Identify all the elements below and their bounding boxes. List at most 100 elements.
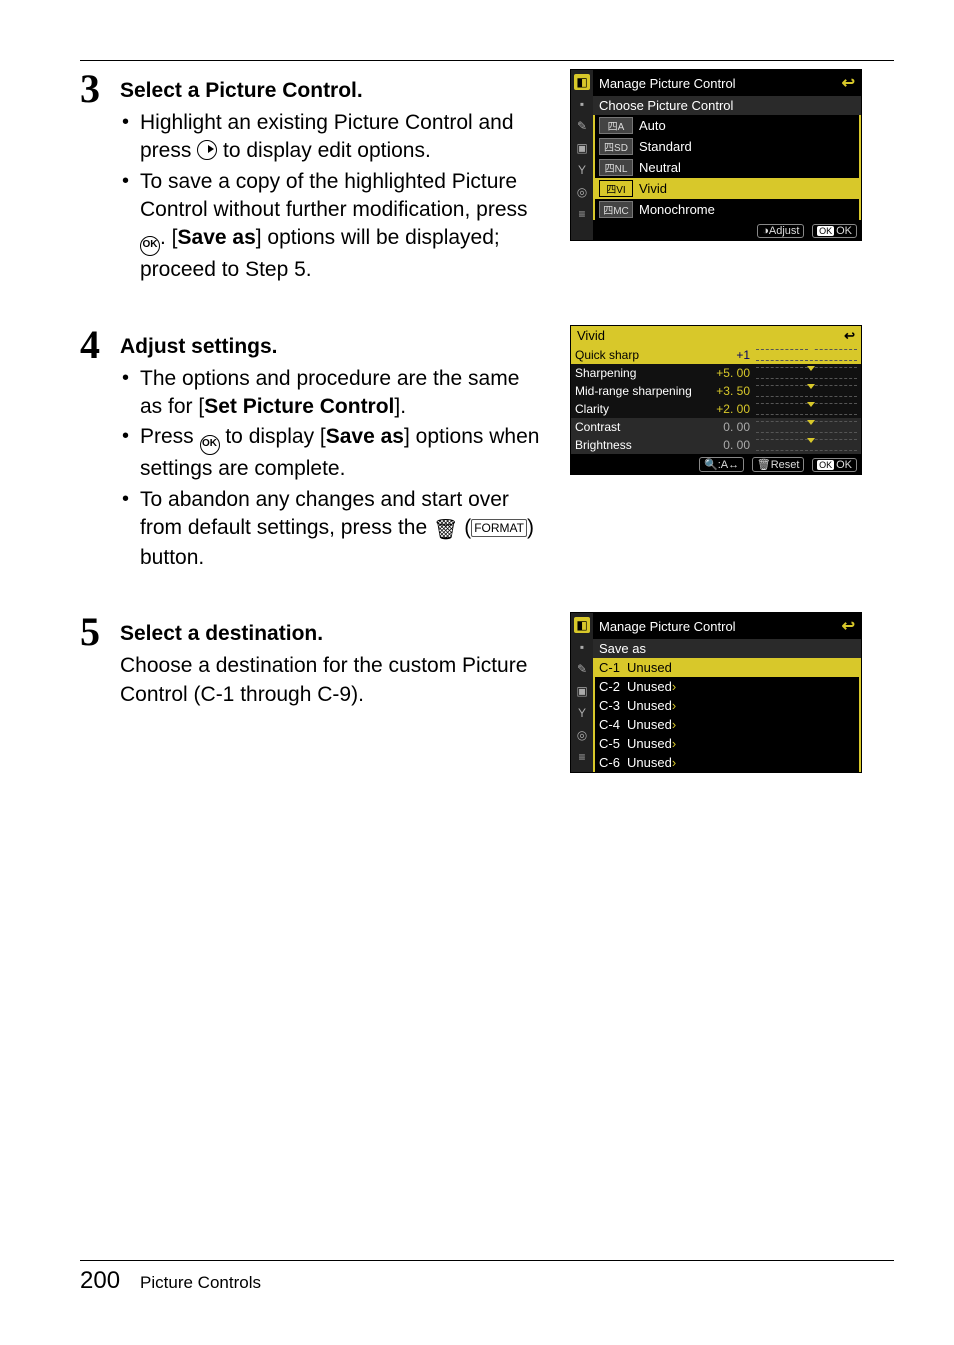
pc-tag: 四MC xyxy=(599,201,633,218)
param-name: Quick sharp xyxy=(575,348,705,362)
screenshot-choose-picture-control: ◧ ▪ ✎ ▣ Y ◎ ≡ Manage Picture Control ↩ C xyxy=(570,69,862,241)
param-value: +1 xyxy=(705,348,750,362)
param-name: Mid-range sharpening xyxy=(575,384,705,398)
param-value: 0. 00 xyxy=(705,438,750,452)
shot3-row-c1: C-1 Unused › xyxy=(593,658,861,677)
shot2-row-clarity: Clarity +2. 00 xyxy=(571,400,861,418)
shot2-titlebar: Vivid ↩ xyxy=(571,326,861,346)
step-4-heading: Adjust settings. xyxy=(120,325,540,359)
step-3-bullet-2: To save a copy of the highlighted Pictur… xyxy=(120,168,540,285)
footer-rule xyxy=(80,1260,894,1261)
chevron-right-icon: › xyxy=(672,679,676,694)
shot1-title: Manage Picture Control xyxy=(599,76,736,91)
shot2-row-quicksharp: Quick sharp +1 xyxy=(571,346,861,364)
slot-tag: C-2 xyxy=(599,679,627,694)
slot-tag: C-3 xyxy=(599,698,627,713)
side-tabs: ◧ ▪ ✎ ▣ Y ◎ ≡ xyxy=(571,613,593,772)
slot-tag: C-1 xyxy=(599,660,627,675)
slot-label: Unused xyxy=(627,736,672,751)
param-name: Brightness xyxy=(575,438,705,452)
param-value: 0. 00 xyxy=(705,420,750,434)
param-name: Contrast xyxy=(575,420,705,434)
ok-icon: OK xyxy=(140,236,160,256)
step-4-bullets: The options and procedure are the same a… xyxy=(120,365,540,573)
text: To save a copy of the highlighted Pictur… xyxy=(140,170,528,221)
shot1-row-standard: 四SD Standard xyxy=(593,136,861,157)
adjust-icon: ◑ xyxy=(762,225,769,237)
ok-hint: OKOK xyxy=(812,458,857,472)
tab-pencil-icon: ✎ xyxy=(574,118,590,134)
param-value: +5. 00 xyxy=(705,366,750,380)
step-3-heading: Select a Picture Control. xyxy=(120,69,540,103)
back-icon: ↩ xyxy=(842,73,855,93)
shot2-row-sharpening: Sharpening +5. 00 xyxy=(571,364,861,382)
tab-pencil-icon: ✎ xyxy=(574,661,590,677)
shot2-row-midrange: Mid-range sharpening +3. 50 xyxy=(571,382,861,400)
pc-tag: 四NL xyxy=(599,159,633,176)
step-3-bullet-1: Highlight an existing Picture Control an… xyxy=(120,109,540,166)
tab-camera-icon: ◧ xyxy=(574,617,590,633)
text: Adjust xyxy=(769,225,800,237)
pc-label: Standard xyxy=(639,139,692,154)
shot3-row-c6: C-6 Unused › xyxy=(593,753,861,772)
step-5-paragraph: Choose a destination for the custom Pict… xyxy=(120,652,540,709)
step-5-heading: Select a destination. xyxy=(120,612,540,646)
slot-tag: C-5 xyxy=(599,736,627,751)
step-3: 3 Select a Picture Control. Highlight an… xyxy=(80,69,894,287)
tab-play-icon: ▣ xyxy=(574,140,590,156)
text: ]. xyxy=(394,395,406,418)
shot3-titlebar: Manage Picture Control ↩ xyxy=(593,613,861,639)
text-bold: Save as xyxy=(178,226,256,249)
slot-label: Unused xyxy=(627,679,672,694)
back-icon: ↩ xyxy=(844,328,855,344)
pc-label: Monochrome xyxy=(639,202,715,217)
tab-play-icon: ▣ xyxy=(574,683,590,699)
section-name: Picture Controls xyxy=(140,1273,261,1293)
page-footer: 200 Picture Controls xyxy=(0,1252,954,1295)
shot1-row-auto: 四A Auto xyxy=(593,115,861,136)
shot2-row-brightness: Brightness 0. 00 xyxy=(571,436,861,454)
chevron-right-icon: › xyxy=(672,698,676,713)
side-tabs: ◧ ▪ ✎ ▣ Y ◎ ≡ xyxy=(571,70,593,240)
param-slider xyxy=(756,367,857,379)
step-4-bullet-3: To abandon any changes and start over fr… xyxy=(120,486,540,573)
tab-wrench-icon: Y xyxy=(574,162,590,178)
pc-label: Neutral xyxy=(639,160,681,175)
shot3-row-c2: C-2 Unused › xyxy=(593,677,861,696)
slot-label: Unused xyxy=(627,660,672,675)
trash-icon: 🗑 xyxy=(433,517,458,544)
shot3-row-c5: C-5 Unused › xyxy=(593,734,861,753)
reset-hint: 🗑Reset xyxy=(752,457,805,472)
tab-camera-icon: ◧ xyxy=(574,74,590,90)
shot1-subtitle: Choose Picture Control xyxy=(593,96,861,115)
param-slider xyxy=(756,385,857,397)
tab-network-icon: ◎ xyxy=(574,727,590,743)
pc-tag: 四SD xyxy=(599,138,633,155)
step-5-number: 5 xyxy=(80,612,120,652)
step-3-bullets: Highlight an existing Picture Control an… xyxy=(120,109,540,285)
chevron-right-icon: › xyxy=(672,660,676,675)
pc-tag: 四VI xyxy=(599,180,633,197)
pc-tag: 四A xyxy=(599,117,633,134)
shot1-row-vivid: 四VI Vivid xyxy=(593,178,861,199)
screenshot-save-as: ◧ ▪ ✎ ▣ Y ◎ ≡ Manage Picture Control ↩ S xyxy=(570,612,862,773)
shot3-row-c4: C-4 Unused › xyxy=(593,715,861,734)
zoom-hint: 🔍:A↔ xyxy=(699,457,744,472)
slot-label: Unused xyxy=(627,717,672,732)
ok-badge-icon: OK xyxy=(817,460,834,470)
slot-tag: C-6 xyxy=(599,755,627,770)
text-bold: Set Picture Control xyxy=(204,395,394,418)
back-icon: ↩ xyxy=(842,616,855,636)
shot1-row-monochrome: 四MC Monochrome xyxy=(593,199,861,220)
text: OK xyxy=(836,459,852,471)
param-name: Clarity xyxy=(575,402,705,416)
shot1-titlebar: Manage Picture Control ↩ xyxy=(593,70,861,96)
tab-network-icon: ◎ xyxy=(574,184,590,200)
shot3-subtitle: Save as xyxy=(593,639,861,658)
step-4-bullet-1: The options and procedure are the same a… xyxy=(120,365,540,422)
text: . [ xyxy=(160,226,178,249)
tab-menu-icon: ≡ xyxy=(574,206,590,222)
text: to display edit options. xyxy=(217,139,431,162)
shot2-row-contrast: Contrast 0. 00 xyxy=(571,418,861,436)
text: Reset xyxy=(771,459,800,471)
